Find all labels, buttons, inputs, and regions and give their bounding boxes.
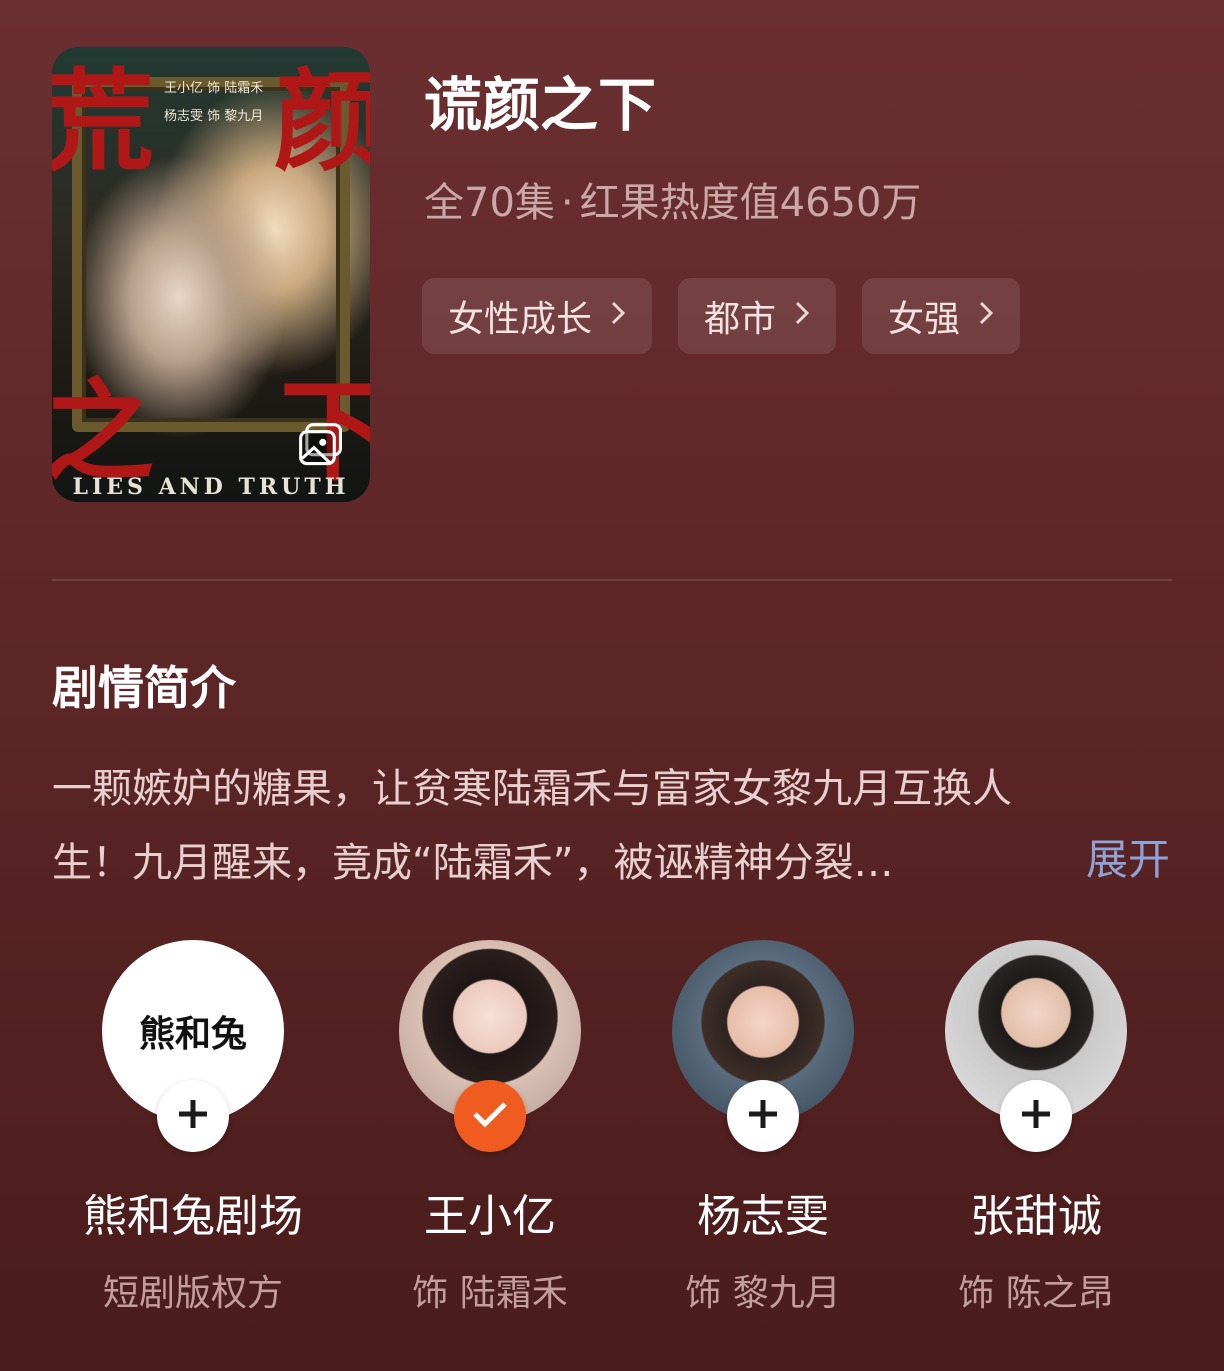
plus-icon (176, 1097, 210, 1135)
cast-role: 饰 陆霜禾 (412, 1273, 568, 1314)
synopsis-line: 生！九月醒来，竟成“陆霜禾”，被诬精神分裂… (52, 840, 894, 886)
cast-list: 熊和兔 熊和兔剧场 短剧版权方 王小亿 饰 陆霜禾 杨志雯 饰 黎九月 张甜诚 … (0, 940, 1224, 1320)
poster-credit: 杨志雯 饰 黎九月 (164, 109, 264, 124)
cast-member[interactable]: 杨志雯 饰 黎九月 (633, 940, 893, 1316)
followed-button[interactable] (454, 1080, 526, 1152)
tag-chip[interactable]: 都市 (678, 278, 837, 354)
episode-count: 全70集 (424, 180, 555, 226)
poster-title-char: 荒 (52, 57, 154, 186)
cast-name: 王小亿 (424, 1191, 556, 1242)
follow-button[interactable] (1000, 1080, 1072, 1152)
tag-list: 女性成长 都市 女强 (422, 278, 1021, 354)
section-divider (52, 579, 1172, 581)
follow-button[interactable] (727, 1080, 799, 1152)
cast-name: 熊和兔剧场 (83, 1191, 303, 1242)
chevron-right-icon (978, 300, 994, 333)
meta-separator: · (560, 180, 574, 226)
plus-icon (1019, 1097, 1053, 1135)
check-icon (471, 1099, 509, 1133)
cast-member[interactable]: 张甜诚 饰 陈之昂 (906, 940, 1166, 1316)
follow-button[interactable] (157, 1080, 229, 1152)
plus-icon (746, 1097, 780, 1135)
cast-role: 短剧版权方 (102, 1273, 283, 1314)
cast-name: 张甜诚 (970, 1191, 1102, 1242)
poster-credit: 王小亿 饰 陆霜禾 (164, 81, 264, 96)
image-preview-icon[interactable] (298, 422, 344, 468)
drama-title: 谎颜之下 (424, 71, 657, 139)
tag-label: 女强 (888, 299, 961, 340)
studio-logo: 熊和兔 (138, 1013, 247, 1055)
tag-chip[interactable]: 女性成长 (422, 278, 653, 354)
cast-name: 杨志雯 (697, 1191, 829, 1242)
tag-label: 女性成长 (448, 299, 593, 340)
tag-chip[interactable]: 女强 (862, 278, 1021, 354)
poster-english-title: LIES AND TRUTH (72, 474, 350, 500)
synopsis-text: 一颗嫉妒的糖果，让贫寒陆霜禾与富家女黎九月互换人 生！九月醒来，竟成“陆霜禾”，… (52, 752, 1172, 900)
chevron-right-icon (794, 300, 810, 333)
heat-value: 红果热度值4650万 (579, 180, 922, 226)
chevron-right-icon (610, 300, 626, 333)
synopsis-line: 一颗嫉妒的糖果，让贫寒陆霜禾与富家女黎九月互换人 (52, 766, 1012, 812)
drama-poster[interactable]: 荒 颜 之 下 王小亿 饰 陆霜禾 杨志雯 饰 黎九月 LIES AND TRU… (52, 47, 370, 502)
cast-role: 饰 陈之昂 (958, 1273, 1114, 1314)
cast-role: 饰 黎九月 (685, 1273, 841, 1314)
drama-meta: 全70集 · 红果热度值4650万 (424, 170, 921, 228)
cast-member[interactable]: 熊和兔 熊和兔剧场 短剧版权方 (63, 940, 323, 1316)
expand-button[interactable]: 展开 (1086, 826, 1170, 887)
cast-member[interactable]: 王小亿 饰 陆霜禾 (360, 940, 620, 1316)
poster-title-char: 之 (52, 367, 154, 496)
poster-title-char: 颜 (274, 57, 370, 186)
tag-label: 都市 (704, 299, 777, 340)
synopsis-heading: 剧情简介 (52, 661, 236, 715)
